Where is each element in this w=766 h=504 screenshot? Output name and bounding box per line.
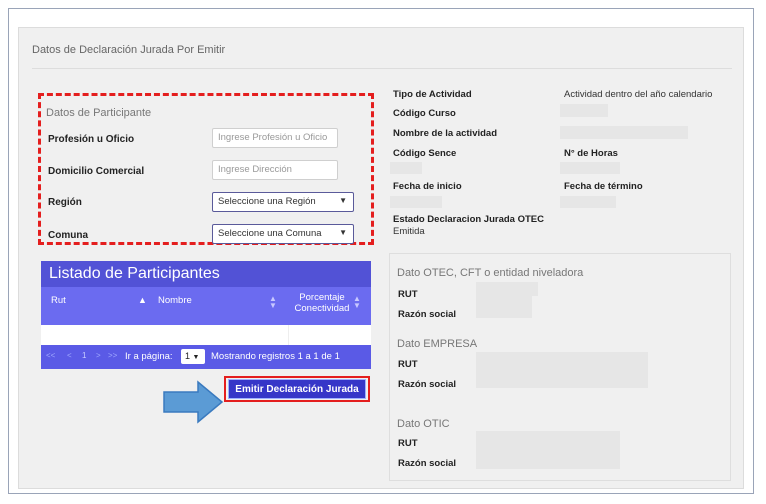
table-title: Listado de Participantes (41, 261, 371, 287)
goto-page-label: Ir a página: (125, 351, 173, 362)
empresa-data-redacted (476, 352, 648, 388)
empresa-rut-label: RUT (398, 359, 418, 370)
domicilio-input[interactable]: Ingrese Dirección (212, 160, 338, 180)
domicilio-label: Domicilio Comercial (48, 166, 145, 177)
cell-divider (288, 325, 289, 345)
column-header-rut[interactable]: Rut (51, 295, 66, 306)
arrow-right-icon (163, 380, 224, 424)
otec-rut-label: RUT (398, 289, 418, 300)
last-page-button[interactable]: >> (108, 351, 117, 360)
tipo-actividad-label: Tipo de Actividad (393, 89, 472, 100)
estado-label: Estado Declaracion Jurada OTEC (393, 214, 544, 225)
participante-section-title: Datos de Participante (46, 107, 152, 119)
next-page-button[interactable]: > (96, 351, 101, 360)
panel-title: Datos de Declaración Jurada Por Emitir (32, 44, 226, 56)
comuna-select-value: Seleccione una Comuna (218, 228, 322, 239)
otic-rut-label: RUT (398, 438, 418, 449)
empresa-razon-label: Razón social (398, 379, 457, 390)
profesion-input[interactable]: Ingrese Profesión u Oficio (212, 128, 338, 148)
estado-value: Emitida (393, 226, 425, 237)
fecha-inicio-label: Fecha de inicio (393, 181, 462, 192)
codigo-sence-label: Código Sence (393, 148, 457, 159)
chevron-down-icon: ▼ (192, 354, 200, 361)
comuna-label: Comuna (48, 230, 88, 241)
chevron-down-icon: ▼ (339, 196, 347, 205)
column-header-nombre[interactable]: Nombre (158, 295, 192, 306)
divider (32, 68, 732, 69)
region-select-value: Seleccione una Región (218, 196, 316, 207)
fecha-termino-value-redacted (560, 196, 616, 208)
column-header-porcentaje[interactable]: Porcentaje Conectividad (293, 292, 351, 314)
sort-asc-icon[interactable]: ▲ (138, 295, 147, 305)
nombre-actividad-label: Nombre de la actividad (393, 128, 498, 139)
tipo-actividad-value: Actividad dentro del año calendario (564, 89, 713, 100)
otec-razon-label: Razón social (398, 309, 457, 320)
otec-rut-redacted (476, 282, 538, 296)
otec-section-title: Dato OTEC, CFT o entidad niveladora (397, 267, 584, 279)
table-row[interactable] (41, 325, 371, 345)
table-pagination: << < 1 > >> Ir a página: 1 ▼ Mostrando r… (41, 345, 371, 369)
nombre-actividad-value-redacted (560, 126, 688, 139)
emit-declaracion-button[interactable]: Emitir Declaración Jurada (228, 379, 366, 399)
fecha-inicio-value-redacted (390, 196, 442, 208)
otic-section-title: Dato OTIC (397, 418, 450, 430)
profesion-label: Profesión u Oficio (48, 134, 135, 145)
sort-icon[interactable]: ▲ ▼ (269, 295, 277, 310)
codigo-sence-value-redacted (390, 162, 422, 174)
otic-data-redacted (476, 431, 620, 469)
horas-label: N° de Horas (564, 148, 618, 159)
chevron-down-icon: ▼ (339, 228, 347, 237)
page-1-button[interactable]: 1 (82, 351, 86, 360)
table-header-row: Rut ▲ Nombre ▲ ▼ Porcentaje Conectividad … (41, 287, 371, 325)
first-page-button[interactable]: << (46, 351, 55, 360)
goto-page-value: 1 (185, 351, 191, 361)
otic-razon-label: Razón social (398, 458, 457, 469)
goto-page-select[interactable]: 1 ▼ (181, 349, 205, 364)
empresa-section-title: Dato EMPRESA (397, 338, 478, 350)
fecha-termino-label: Fecha de término (564, 181, 643, 192)
comuna-select[interactable]: Seleccione una Comuna ▼ (212, 224, 354, 244)
prev-page-button[interactable]: < (67, 351, 72, 360)
horas-value-redacted (560, 162, 620, 174)
region-label: Región (48, 197, 82, 208)
otec-razon-redacted (476, 296, 532, 318)
records-summary: Mostrando registros 1 a 1 de 1 (211, 351, 340, 362)
region-select[interactable]: Seleccione una Región ▼ (212, 192, 354, 212)
codigo-curso-value-redacted (560, 104, 608, 117)
codigo-curso-label: Código Curso (393, 108, 456, 119)
sort-icon[interactable]: ▲ ▼ (353, 295, 361, 310)
